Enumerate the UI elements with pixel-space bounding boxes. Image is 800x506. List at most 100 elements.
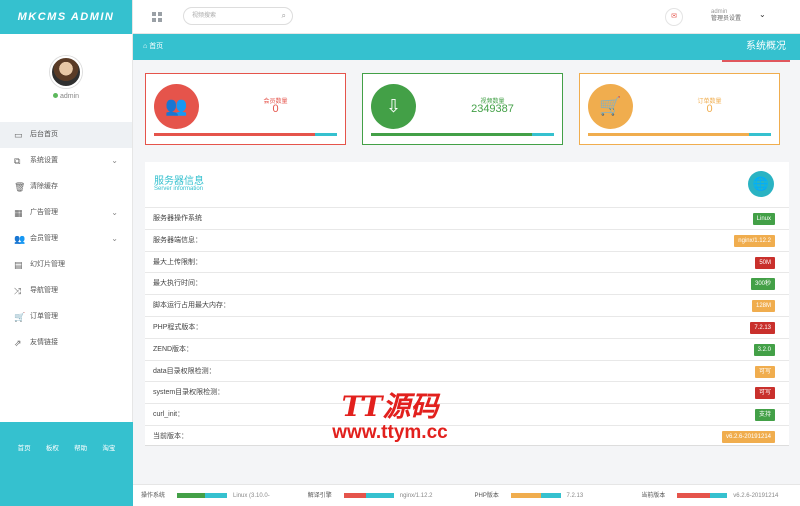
row-label: PHP程式版本： <box>153 323 203 331</box>
sidebar-item-label: 幻灯片管理 <box>30 261 65 268</box>
row-label: ZEND版本： <box>153 345 194 353</box>
stat-progress-bar <box>154 133 337 136</box>
footer-value: nginx/1.12.2 <box>399 493 433 499</box>
user-name: admin <box>59 93 80 100</box>
chevron-down-icon: ⌄ <box>111 208 118 217</box>
users-icon: 👥 <box>154 84 199 129</box>
status-badge: 128M <box>751 300 775 313</box>
sidebar-item-label: 订单管理 <box>30 313 58 320</box>
topbar: 视频搜索 ⌕ ✉ admin 管理员设置 ⌄ <box>133 0 800 34</box>
user-profile: admin <box>0 34 132 122</box>
sidebar: MKCMS ADMIN admin ▭ 后台首页 ⧉ 系统设置 ⌄ 🗑 清除缓存 … <box>0 0 133 506</box>
admin-menu[interactable]: admin 管理员设置 <box>711 9 741 23</box>
sidebar-item-2[interactable]: 🗑 清除缓存 <box>0 174 132 200</box>
status-badge: 7.2.13 <box>750 321 775 334</box>
sidebar-footer-link[interactable]: 淘宝 <box>102 442 115 506</box>
search-placeholder: 视频搜索 <box>192 13 217 19</box>
table-row: ZEND版本： 3.2.0 <box>145 337 789 360</box>
row-label: 最大执行时间： <box>153 280 202 288</box>
status-badge: nginx/1.12.2 <box>734 234 775 247</box>
chevron-down-icon: ⌄ <box>111 234 118 243</box>
footer-bar <box>343 493 394 498</box>
brand-logo[interactable]: MKCMS ADMIN <box>0 0 132 34</box>
download-icon: ⇩ <box>371 84 416 129</box>
sidebar-item-7[interactable]: 🛒 订单管理 <box>0 304 132 330</box>
footer-stat: 操作系统 Linux (3.10.0- <box>133 485 300 506</box>
footer-stat: 当前版本 v6.2.6-20191214 <box>633 485 800 506</box>
sidebar-item-1[interactable]: ⧉ 系统设置 ⌄ <box>0 148 132 174</box>
table-row: PHP程式版本： 7.2.13 <box>145 315 789 338</box>
status-badge: v6.2.6-20191214 <box>721 430 775 443</box>
shuffle-icon: ⤨ <box>14 286 22 296</box>
footer-stat: PHP版本 7.2.13 <box>467 485 634 506</box>
watermark-line1: TT源码 <box>341 390 439 423</box>
sidebar-item-0[interactable]: ▭ 后台首页 <box>0 122 132 148</box>
chevron-down-icon: ⌄ <box>111 156 118 165</box>
footer-label: PHP版本 <box>474 493 499 499</box>
status-footer: 操作系统 Linux (3.10.0- 解译引擎 nginx/1.12.2 PHP版… <box>133 484 800 506</box>
row-label: 最大上传限制： <box>153 258 202 266</box>
watermark: TT源码 www.ttym.cc <box>300 392 480 444</box>
sidebar-item-label: 友情链接 <box>30 339 58 346</box>
row-label: curl_init： <box>153 411 185 419</box>
trash-icon: 🗑 <box>14 182 26 192</box>
footer-bar <box>510 493 561 498</box>
cart-icon: 🛒 <box>14 312 26 322</box>
footer-label: 当前版本 <box>641 493 666 499</box>
stat-value: 2349387 <box>471 103 514 115</box>
sidebar-footer-link[interactable]: 板权 <box>46 442 59 506</box>
sidebar-item-4[interactable]: 👥 会员管理 ⌄ <box>0 226 132 252</box>
stat-progress-bar <box>371 133 554 136</box>
row-label: system目录权限检测： <box>153 389 225 397</box>
stat-card[interactable]: 🛒 订单数量 0 <box>579 73 780 145</box>
settings-icon: ⧉ <box>14 156 21 166</box>
row-label: 脚本运行占用最大内存： <box>153 302 230 310</box>
sidebar-item-8[interactable]: ⇗ 友情链接 <box>0 330 132 356</box>
status-badge: 300秒 <box>750 278 775 291</box>
laptop-icon: ▭ <box>14 130 23 140</box>
row-label: 服务器操作系统 <box>153 215 202 222</box>
title-underline <box>722 60 790 62</box>
breadcrumb-home-label: 首页 <box>149 43 164 50</box>
footer-value: 7.2.13 <box>566 493 584 499</box>
sidebar-item-label: 导航管理 <box>30 287 58 294</box>
table-row: 最大上传限制： 50M <box>145 250 789 273</box>
row-label: 服务器端信息： <box>153 236 202 244</box>
sidebar-item-6[interactable]: ⤨ 导航管理 <box>0 278 132 304</box>
status-badge: 支持 <box>754 409 775 422</box>
search-icon[interactable]: ⌕ <box>282 8 286 24</box>
sidebar-item-label: 广告管理 <box>30 209 58 216</box>
sidebar-footer-link[interactable]: 首页 <box>18 442 31 506</box>
status-badge: 可写 <box>754 365 775 378</box>
panel-subtitle: Server information <box>154 186 204 192</box>
stat-value: 0 <box>272 103 279 115</box>
page-title: 系统概况 <box>746 41 786 52</box>
row-label: 当前版本： <box>153 432 188 440</box>
table-row: 服务器端信息： nginx/1.12.2 <box>145 228 789 251</box>
sidebar-item-label: 后台首页 <box>30 131 58 138</box>
table-row: data目录权限检测： 可写 <box>145 359 789 382</box>
grid-menu-icon[interactable] <box>152 12 162 22</box>
footer-label: 解译引擎 <box>307 493 332 499</box>
online-dot-icon <box>52 93 58 98</box>
admin-role: 管理员设置 <box>711 16 742 22</box>
avatar[interactable] <box>50 56 82 88</box>
sidebar-item-5[interactable]: ▤ 幻灯片管理 <box>0 252 132 278</box>
chevron-down-icon[interactable]: ⌄ <box>759 10 766 19</box>
table-row: 服务器操作系统 Linux <box>145 207 789 229</box>
footer-bar <box>177 493 227 498</box>
footer-label: 操作系统 <box>141 493 166 499</box>
search-input[interactable]: 视频搜索 ⌕ <box>183 7 293 25</box>
stat-value: 0 <box>706 103 713 115</box>
globe-icon: 🌐 <box>748 171 774 197</box>
panel-title: 服务器信息 <box>154 176 204 187</box>
mail-icon[interactable]: ✉ <box>665 8 683 26</box>
table-icon: ▤ <box>14 260 23 270</box>
breadcrumb-home[interactable]: ⌂ 首页 <box>143 34 163 60</box>
stat-card[interactable]: 👥 会员数量 0 <box>145 73 346 145</box>
stat-card[interactable]: ⇩ 视频数量 2349387 <box>362 73 563 145</box>
sidebar-item-3[interactable]: ▦ 广告管理 ⌄ <box>0 200 132 226</box>
footer-value: v6.2.6-20191214 <box>733 493 779 499</box>
sidebar-footer-link[interactable]: 帮助 <box>74 442 87 506</box>
status-badge: 50M <box>755 256 775 269</box>
